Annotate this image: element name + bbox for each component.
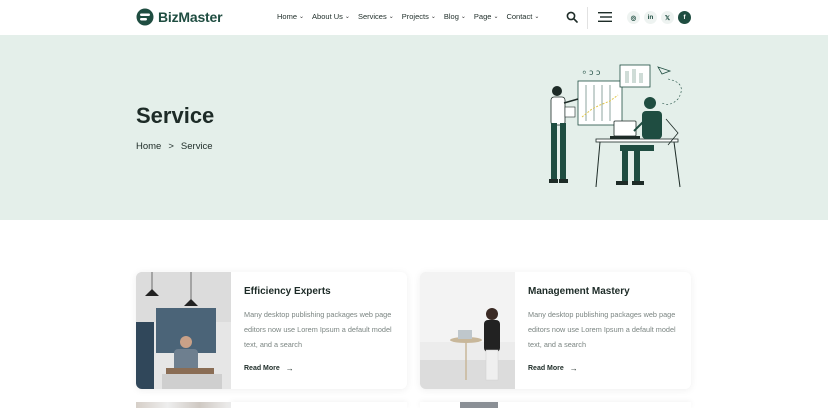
chevron-down-icon: ⌄ [388, 14, 394, 20]
service-card-image [136, 402, 231, 408]
read-more-link[interactable]: Read More → [528, 364, 578, 373]
service-card [231, 402, 407, 408]
chevron-down-icon: ⌄ [493, 14, 499, 20]
read-more-label: Read More [528, 365, 564, 372]
nav-item-about[interactable]: About Us ⌄ [312, 12, 350, 21]
nav-label: Contact [506, 12, 533, 21]
nav-item-blog[interactable]: Blog ⌄ [444, 12, 466, 21]
linkedin-icon[interactable]: in [644, 11, 657, 24]
nav-label: Page [473, 12, 492, 21]
brand-logo-icon [136, 8, 154, 26]
nav-item-page[interactable]: Page ⌄ [474, 12, 499, 21]
main-nav: Home ⌄ About Us ⌄ Services ⌄ Projects ⌄ Blog… [277, 12, 539, 21]
instagram-icon[interactable]: ◎ [627, 11, 640, 24]
arrow-right-icon: → [285, 364, 294, 373]
service-card-image [420, 272, 515, 389]
card-description: Many desktop publishing packages web pag… [244, 310, 392, 349]
card-description: Many desktop publishing packages web pag… [528, 310, 676, 349]
nav-item-services[interactable]: Services ⌄ [358, 12, 394, 21]
breadcrumb-current: Service [180, 141, 213, 152]
page-title: Service [136, 103, 215, 128]
x-twitter-icon[interactable]: 𝕏 [661, 11, 674, 24]
header-divider [587, 7, 588, 29]
service-card-image [136, 272, 231, 389]
business-meeting-illustration: ⸰ ↄ ↄ [549, 64, 682, 188]
nav-item-home[interactable]: Home ⌄ [277, 12, 304, 21]
search-icon[interactable] [566, 11, 578, 23]
page-hero: Service Home > Service ⸰ ↄ ↄ [0, 35, 828, 220]
read-more-label: Read More [244, 365, 280, 372]
chevron-down-icon: ⌄ [460, 14, 466, 20]
breadcrumb-home-link[interactable]: Home [136, 141, 161, 152]
card-title: Efficiency Experts [244, 286, 331, 297]
service-card-image [460, 402, 498, 408]
svg-text:⸰ ↄ ↄ: ⸰ ↄ ↄ [582, 68, 600, 77]
service-card[interactable]: Efficiency Experts Many desktop publishi… [136, 272, 407, 389]
chevron-right-icon: > [168, 141, 174, 152]
read-more-link[interactable]: Read More → [244, 364, 294, 373]
breadcrumb: Home > Service [136, 141, 213, 152]
nav-label: Services [357, 12, 387, 21]
chevron-down-icon: ⌄ [344, 14, 350, 20]
chevron-down-icon: ⌄ [534, 14, 540, 20]
site-header: BizMaster Home ⌄ About Us ⌄ Services ⌄ Proj… [0, 0, 828, 35]
brand-logo[interactable]: BizMaster [136, 8, 223, 26]
card-title: Management Mastery [528, 286, 630, 297]
arrow-right-icon: → [569, 364, 578, 373]
brand-name: BizMaster [158, 9, 223, 25]
service-card[interactable]: Management Mastery Many desktop publishi… [420, 272, 691, 389]
nav-item-projects[interactable]: Projects ⌄ [402, 12, 436, 21]
nav-label: Projects [401, 12, 429, 21]
facebook-icon[interactable]: f [678, 11, 691, 24]
chevron-down-icon: ⌄ [299, 14, 305, 20]
hamburger-menu-icon[interactable] [598, 11, 612, 23]
nav-label: About Us [312, 12, 343, 21]
nav-label: Home [277, 12, 298, 21]
chevron-down-icon: ⌄ [430, 14, 436, 20]
nav-item-contact[interactable]: Contact ⌄ [506, 12, 539, 21]
nav-label: Blog [443, 12, 459, 21]
